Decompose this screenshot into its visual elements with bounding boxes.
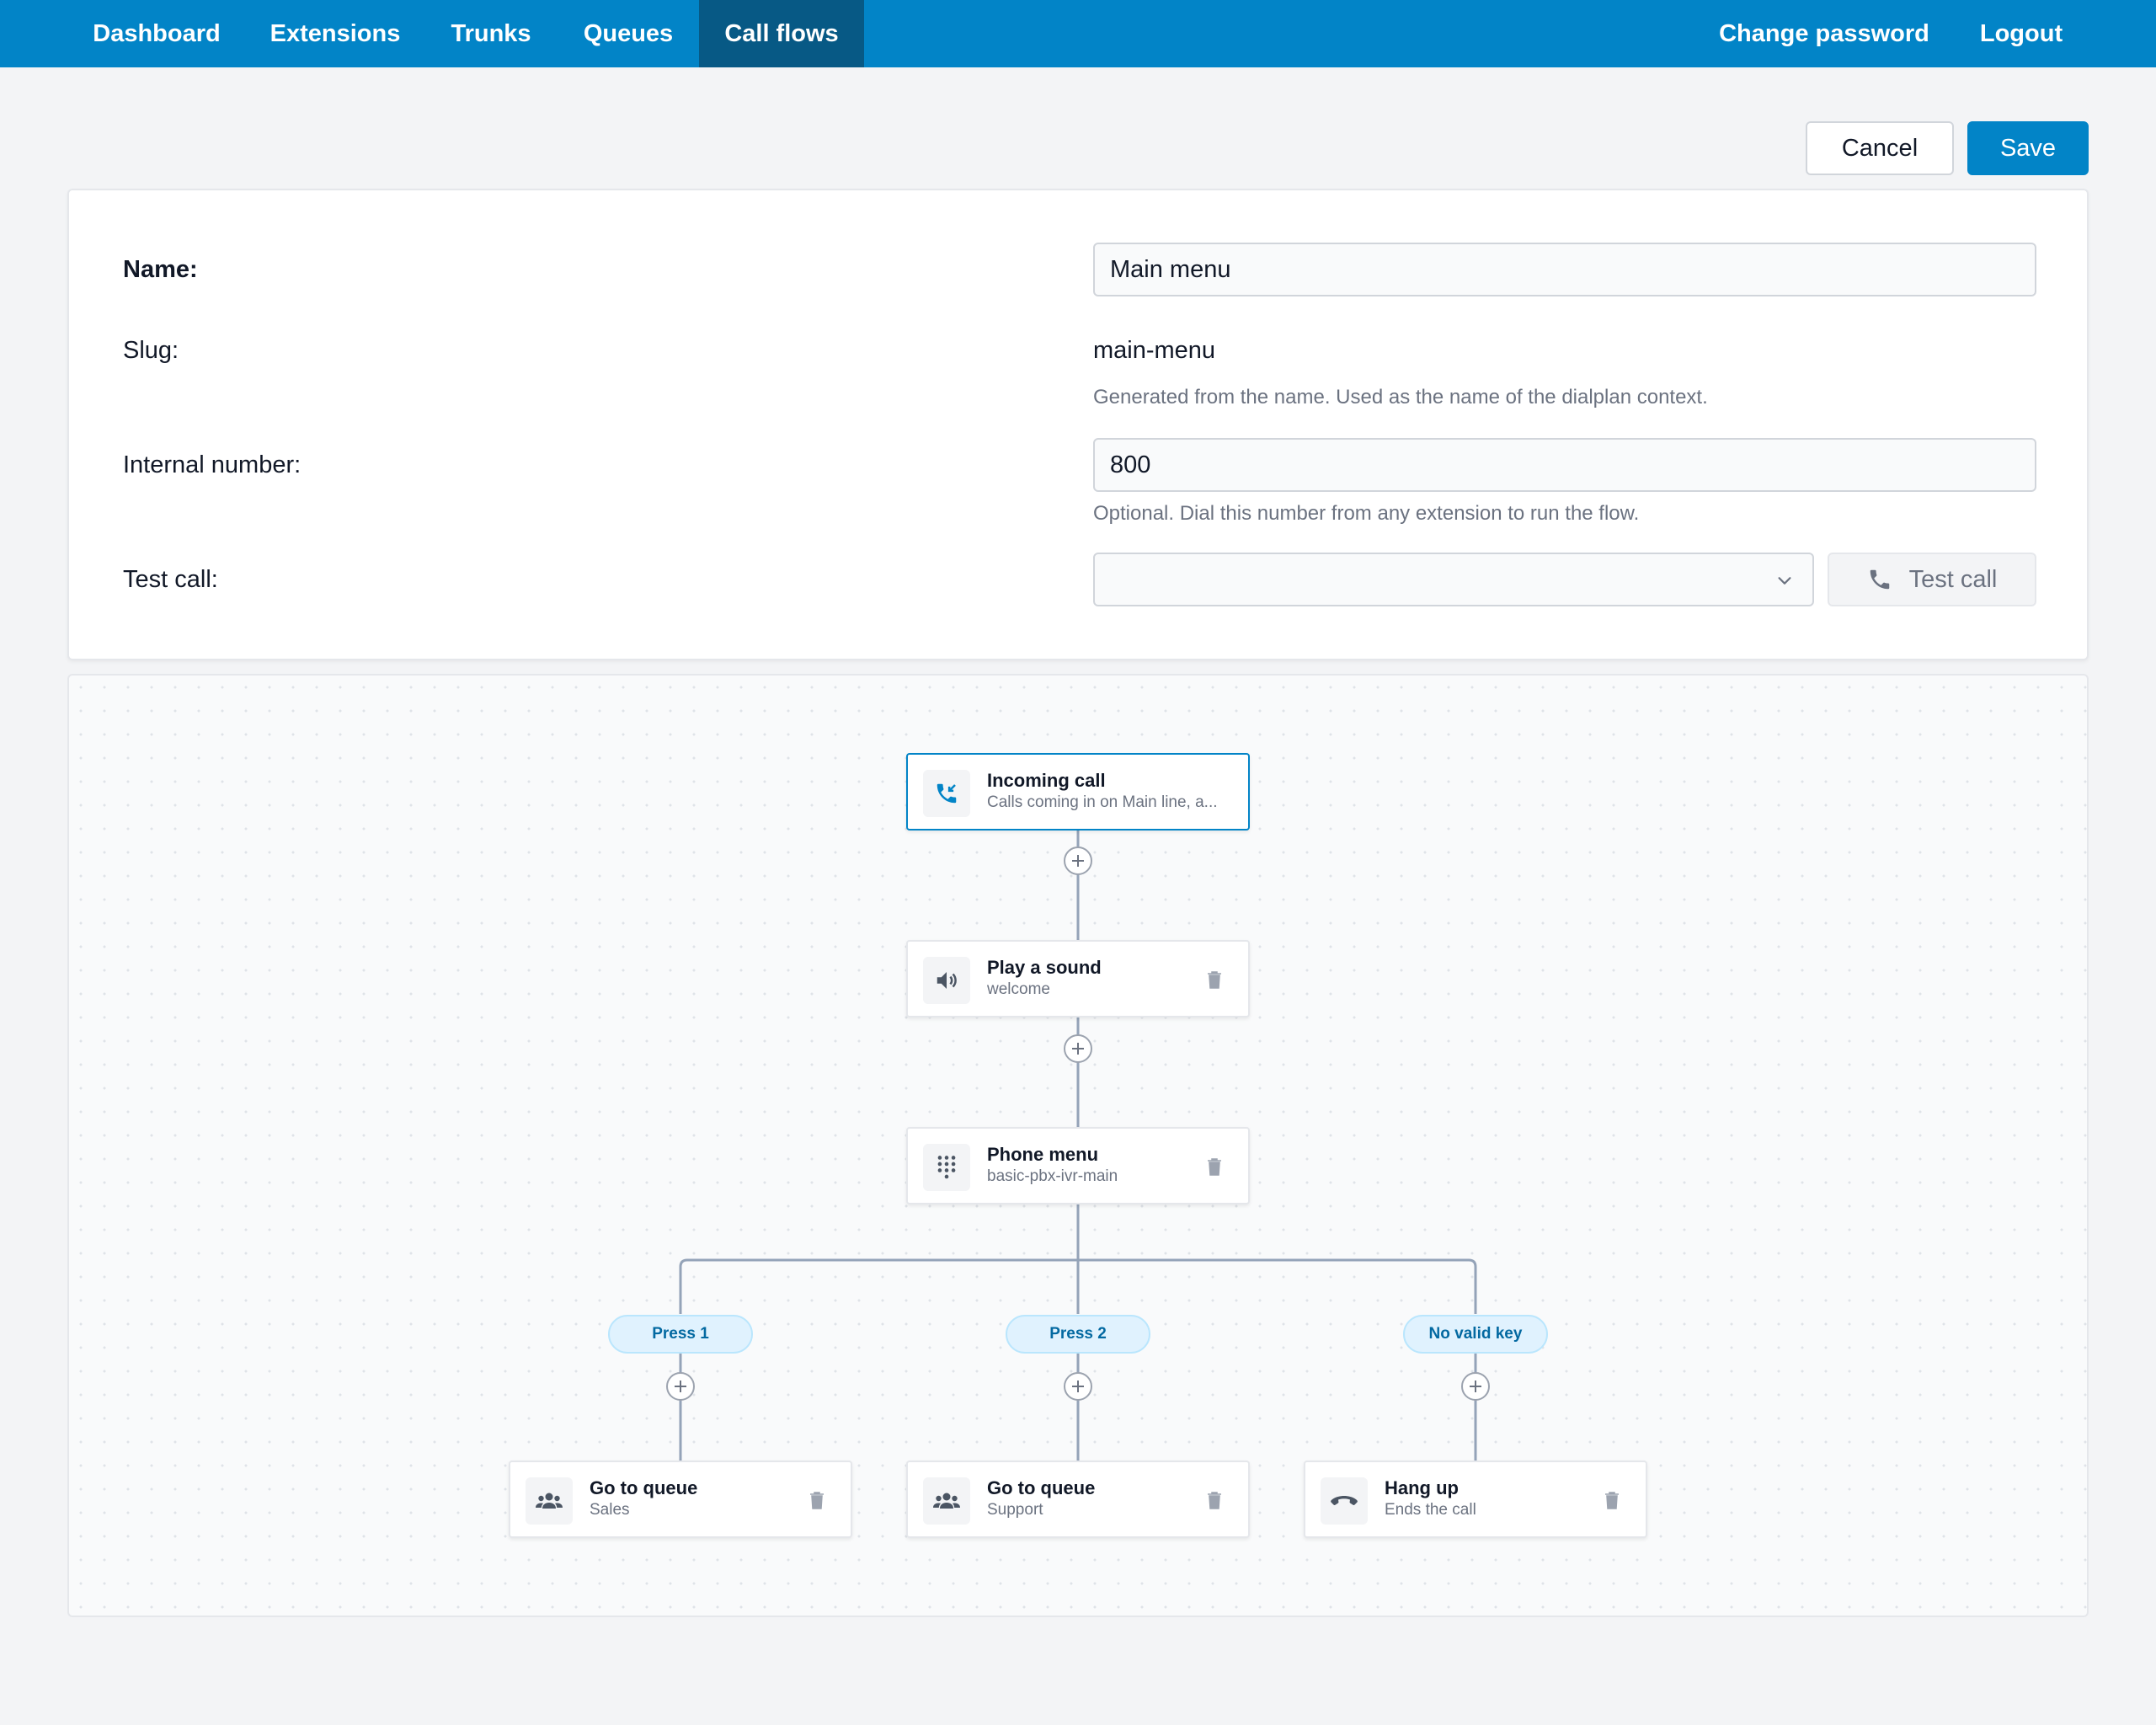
- save-button[interactable]: Save: [1967, 121, 2089, 175]
- incoming-call-icon: [923, 770, 970, 817]
- node-subtitle: Support: [987, 1501, 1043, 1519]
- chevron-down-icon: [1778, 577, 1791, 585]
- queue-icon: [923, 1477, 970, 1525]
- node-title: Phone menu: [987, 1144, 1099, 1165]
- nav-call-flows[interactable]: Call flows: [699, 0, 864, 67]
- test-call-button[interactable]: Test call: [1828, 553, 2036, 606]
- node-title: Play a sound: [987, 957, 1102, 978]
- internal-number-field[interactable]: 800: [1093, 438, 2036, 492]
- top-nav: Dashboard Extensions Trunks Queues Call …: [0, 0, 2156, 67]
- dialpad-icon: [923, 1144, 970, 1191]
- plus-icon: [1470, 1381, 1481, 1392]
- node-title: Incoming call: [987, 770, 1106, 791]
- name-field[interactable]: Main menu: [1093, 243, 2036, 296]
- queue-icon: [526, 1477, 573, 1525]
- plus-icon: [1072, 1043, 1084, 1055]
- node-subtitle: basic-pbx-ivr-main: [987, 1167, 1118, 1185]
- node-subtitle: Calls coming in on Main line, a...: [987, 793, 1218, 811]
- test-call-button-label: Test call: [1908, 565, 1998, 593]
- internal-number-label: Internal number:: [123, 451, 302, 478]
- trash-icon[interactable]: [1206, 1157, 1223, 1176]
- cancel-button[interactable]: Cancel: [1806, 121, 1954, 175]
- branch-label-no-valid-key: No valid key: [1403, 1315, 1548, 1354]
- node-title: Hang up: [1385, 1477, 1459, 1498]
- node-title: Go to queue: [987, 1477, 1096, 1498]
- nav-dashboard[interactable]: Dashboard: [74, 0, 239, 67]
- phone-icon: [1870, 569, 1889, 590]
- flow-node-phone-menu[interactable]: Phone menu basic-pbx-ivr-main: [906, 1127, 1250, 1204]
- nav-change-password[interactable]: Change password: [1701, 0, 1947, 67]
- slug-label: Slug:: [123, 337, 179, 364]
- nav-trunks[interactable]: Trunks: [435, 0, 547, 67]
- node-subtitle: Ends the call: [1385, 1501, 1476, 1519]
- flow-node-incoming-call[interactable]: Incoming call Calls coming in on Main li…: [906, 753, 1250, 830]
- nav-logout[interactable]: Logout: [1962, 0, 2080, 67]
- add-step-button[interactable]: [1064, 1034, 1092, 1063]
- plus-icon: [675, 1381, 686, 1392]
- branch-label-press-2: Press 2: [1006, 1315, 1150, 1354]
- flow-node-hang-up[interactable]: Hang up Ends the call: [1304, 1461, 1647, 1538]
- test-call-extension-select[interactable]: [1093, 553, 1814, 606]
- nav-extensions[interactable]: Extensions: [253, 0, 418, 67]
- flow-node-queue-support[interactable]: Go to queue Support: [906, 1461, 1250, 1538]
- call-flow-form: Name: Main menu Slug: main-menu Generate…: [67, 189, 2089, 660]
- plus-icon: [1072, 855, 1084, 867]
- slug-value: main-menu: [1093, 337, 1216, 364]
- trash-icon[interactable]: [1206, 1491, 1223, 1509]
- speaker-icon: [923, 957, 970, 1004]
- node-title: Go to queue: [590, 1477, 698, 1498]
- name-label: Name:: [123, 256, 198, 283]
- trash-icon[interactable]: [1206, 970, 1223, 989]
- node-subtitle: welcome: [987, 980, 1050, 998]
- add-step-button[interactable]: [666, 1372, 695, 1401]
- flow-node-queue-sales[interactable]: Go to queue Sales: [509, 1461, 852, 1538]
- add-step-button[interactable]: [1461, 1372, 1490, 1401]
- plus-icon: [1072, 1381, 1084, 1392]
- trash-icon[interactable]: [1604, 1491, 1620, 1509]
- branch-label-press-1: Press 1: [608, 1315, 753, 1354]
- internal-number-hint: Optional. Dial this number from any exte…: [1093, 502, 1640, 525]
- test-call-label: Test call:: [123, 566, 218, 593]
- node-subtitle: Sales: [590, 1501, 630, 1519]
- add-step-button[interactable]: [1064, 846, 1092, 875]
- nav-queues[interactable]: Queues: [569, 0, 687, 67]
- slug-hint: Generated from the name. Used as the nam…: [1093, 386, 1708, 409]
- hang-up-icon: [1321, 1477, 1368, 1525]
- trash-icon[interactable]: [808, 1491, 825, 1509]
- add-step-button[interactable]: [1064, 1372, 1092, 1401]
- flow-node-play-sound[interactable]: Play a sound welcome: [906, 940, 1250, 1017]
